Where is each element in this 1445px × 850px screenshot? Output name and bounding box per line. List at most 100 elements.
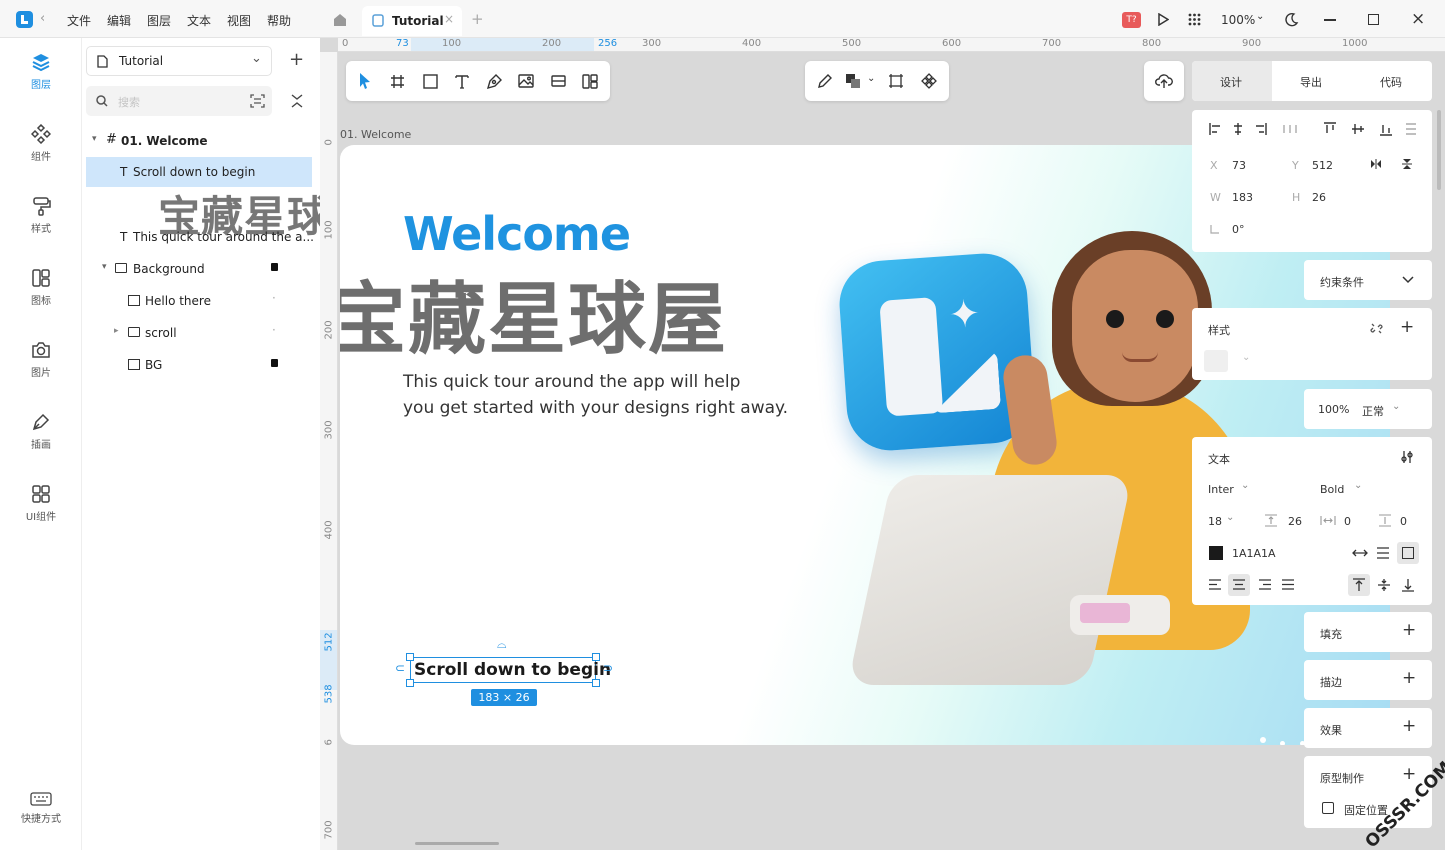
flip-horizontal-icon[interactable] <box>1370 159 1382 169</box>
menu-file[interactable]: 文件 <box>67 12 91 29</box>
line-height-input[interactable]: 26 <box>1288 515 1302 528</box>
flip-vertical-icon[interactable] <box>1402 158 1412 170</box>
text-color-swatch[interactable] <box>1209 546 1223 560</box>
close-window-icon[interactable]: × <box>1411 9 1425 29</box>
frame-tool-icon[interactable] <box>390 74 405 89</box>
rotation-input[interactable]: 0° <box>1232 223 1245 236</box>
rectangle-tool-icon[interactable] <box>423 74 438 89</box>
add-stroke-icon[interactable]: + <box>1402 668 1416 688</box>
selection-box[interactable]: Scroll down to begin <box>410 657 611 683</box>
nav-item-images[interactable]: 图片 <box>0 340 82 400</box>
nav-item-shortcuts[interactable]: 快捷方式 <box>0 792 82 850</box>
scroll-text[interactable]: Scroll down to begin <box>414 660 611 680</box>
pen-tool-icon[interactable] <box>486 73 503 90</box>
fixed-size-toggle[interactable] <box>1397 542 1419 564</box>
close-tab-icon[interactable]: × <box>444 12 454 26</box>
letter-spacing-input[interactable]: 0 <box>1344 515 1351 528</box>
style-chevron-down-icon[interactable]: ⌄ <box>1242 352 1250 363</box>
x-input[interactable]: 73 <box>1232 159 1246 172</box>
nav-item-illustrations[interactable]: 插画 <box>0 412 82 472</box>
spacing-handle-left-icon[interactable]: ⊂ <box>395 661 405 675</box>
resize-handle-bl[interactable] <box>406 679 414 687</box>
add-style-icon[interactable]: + <box>1400 317 1414 337</box>
menu-help[interactable]: 帮助 <box>267 12 291 29</box>
blend-mode-select[interactable]: 正常 <box>1362 403 1384 419</box>
intro-text-line2[interactable]: you get started with your designs right … <box>403 398 788 418</box>
component-tool-icon[interactable] <box>551 75 566 87</box>
layer-row-frame[interactable]: ▾ # 01. Welcome <box>86 126 312 156</box>
layer-row-bg[interactable]: BG <box>86 350 312 380</box>
tab-tutorial[interactable]: Tutorial × <box>362 6 462 36</box>
welcome-heading[interactable]: Welcome <box>403 207 631 261</box>
style-swatch[interactable] <box>1204 350 1228 372</box>
add-tab-icon[interactable]: + <box>471 10 484 28</box>
page-dot[interactable] <box>1280 741 1285 745</box>
zoom-level[interactable]: 100% <box>1221 13 1255 27</box>
home-icon[interactable] <box>332 12 348 27</box>
fill-card[interactable]: 填充 + <box>1304 612 1432 652</box>
back-chevron-icon[interactable]: ‹ <box>40 11 45 26</box>
layer-row-hello[interactable]: Hello there · <box>86 286 312 316</box>
font-family-select[interactable]: Inter <box>1208 483 1234 496</box>
minimize-icon[interactable] <box>1324 19 1336 21</box>
opacity-input[interactable]: 100% <box>1318 403 1349 416</box>
valign-top-toggle[interactable] <box>1348 574 1370 596</box>
maximize-icon[interactable] <box>1368 14 1379 25</box>
resize-handle-tr[interactable] <box>592 653 600 661</box>
plugin-badge-icon[interactable]: T? <box>1122 12 1141 28</box>
boolean-icon[interactable] <box>845 73 861 89</box>
tab-design[interactable]: 设计 <box>1192 61 1272 101</box>
size-chevron-down-icon[interactable]: ⌄ <box>1226 512 1234 523</box>
font-size-input[interactable]: 18 <box>1208 515 1222 528</box>
horizontal-scrollbar[interactable] <box>415 842 499 845</box>
expand-caret-icon[interactable]: ▾ <box>102 262 107 272</box>
page-dot[interactable] <box>1260 737 1266 743</box>
layer-row-scroll[interactable]: ▸ scroll · <box>86 318 312 348</box>
scan-icon[interactable] <box>250 94 265 108</box>
effect-card[interactable]: 效果 + <box>1304 708 1432 748</box>
menu-view[interactable]: 视图 <box>227 12 251 29</box>
h-input[interactable]: 26 <box>1312 191 1326 204</box>
nav-item-styles[interactable]: 样式 <box>0 196 82 256</box>
lock-icon[interactable] <box>271 359 278 367</box>
layer-row-background[interactable]: ▾ Background <box>86 254 312 284</box>
menu-text[interactable]: 文本 <box>187 12 211 29</box>
resize-handle-tl[interactable] <box>406 653 414 661</box>
frame-label[interactable]: 01. Welcome <box>340 128 411 141</box>
page-selector[interactable]: Tutorial ⌄ <box>86 46 272 76</box>
fixed-position-checkbox[interactable] <box>1322 802 1334 814</box>
move-cursor-icon[interactable] <box>358 72 372 90</box>
add-fill-icon[interactable]: + <box>1402 620 1416 640</box>
apps-grid-icon[interactable] <box>1188 13 1201 26</box>
intro-text-line1[interactable]: This quick tour around the app will help <box>403 372 740 392</box>
add-effect-icon[interactable]: + <box>1402 716 1416 736</box>
stroke-card[interactable]: 描边 + <box>1304 660 1432 700</box>
weight-chevron-down-icon[interactable]: ⌄ <box>1354 480 1362 491</box>
layer-search[interactable]: 搜索 <box>86 86 272 116</box>
font-weight-select[interactable]: Bold <box>1320 483 1344 496</box>
image-tool-icon[interactable] <box>518 74 534 88</box>
play-icon[interactable] <box>1157 13 1169 26</box>
detach-style-icon[interactable] <box>1370 322 1383 335</box>
nav-item-layers[interactable]: 图层 <box>0 52 82 112</box>
nav-item-icons[interactable]: 图标 <box>0 268 82 328</box>
add-prototype-icon[interactable]: + <box>1402 764 1416 784</box>
paragraph-spacing-input[interactable]: 0 <box>1400 515 1407 528</box>
y-input[interactable]: 512 <box>1312 159 1333 172</box>
nav-item-components[interactable]: 组件 <box>0 124 82 184</box>
collapse-all-icon[interactable] <box>291 94 303 108</box>
resize-handle-br[interactable] <box>592 679 600 687</box>
align-left-icon[interactable] <box>1208 579 1222 590</box>
rotate-handle-icon[interactable]: ⌓ <box>497 637 507 652</box>
valign-middle-icon[interactable] <box>1377 578 1391 592</box>
tab-code[interactable]: 代码 <box>1352 61 1432 101</box>
layout-tool-icon[interactable] <box>582 74 598 89</box>
dark-mode-moon-icon[interactable] <box>1284 12 1299 27</box>
align-center-toggle[interactable] <box>1228 574 1250 596</box>
vertical-scrollbar[interactable] <box>1437 110 1441 190</box>
layer-row-text[interactable]: T This quick tour around the a... <box>86 222 314 252</box>
nav-item-ui-kit[interactable]: UI组件 <box>0 484 82 544</box>
valign-bottom-icon[interactable] <box>1401 578 1415 592</box>
auto-height-icon[interactable] <box>1376 547 1390 559</box>
auto-width-icon[interactable] <box>1352 548 1368 558</box>
